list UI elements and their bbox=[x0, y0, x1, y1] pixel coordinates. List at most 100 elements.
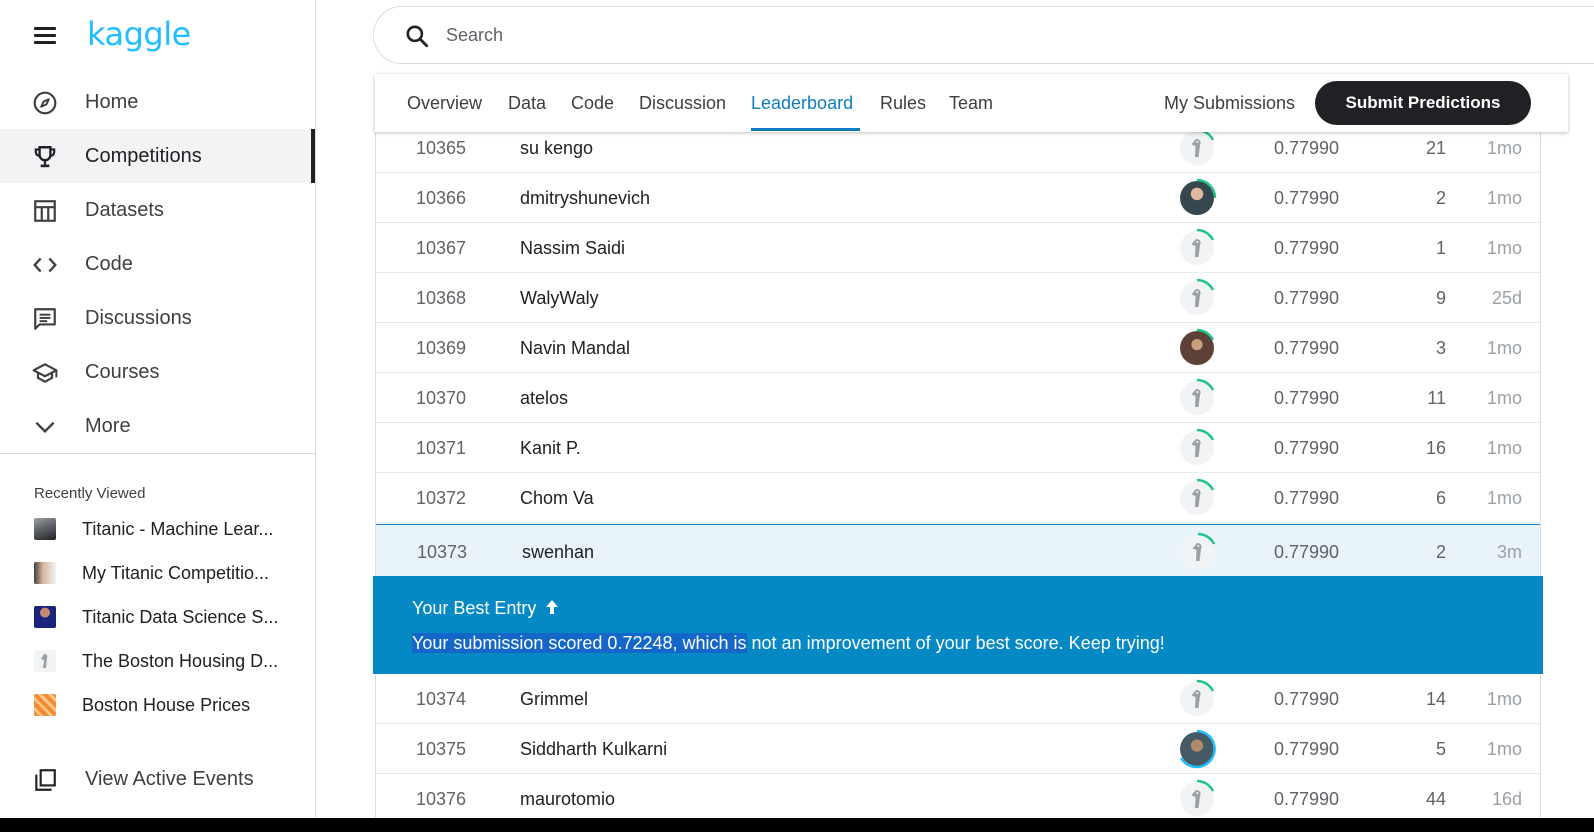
entries-cell: 1 bbox=[1435, 238, 1446, 258]
entries-cell: 44 bbox=[1425, 789, 1446, 809]
team-name-link[interactable]: Navin Mandal bbox=[520, 338, 630, 359]
recent-item-titanic-ds[interactable]: Titanic Data Science S... bbox=[0, 596, 315, 640]
team-name-link[interactable]: atelos bbox=[520, 388, 568, 409]
team-name-link[interactable]: su kengo bbox=[520, 138, 593, 159]
table-icon bbox=[34, 200, 56, 222]
table-row[interactable]: 10370 atelos 0.77990 11 1mo bbox=[376, 373, 1540, 423]
current-user-row[interactable]: 10373 swenhan 0.77990 2 3m bbox=[376, 524, 1540, 577]
team-name-link[interactable]: swenhan bbox=[522, 542, 594, 563]
entries-cell: 14 bbox=[1425, 689, 1446, 709]
active-tab-indicator bbox=[751, 128, 860, 131]
table-row[interactable]: 10375 Siddharth Kulkarni 0.77990 5 1mo bbox=[376, 724, 1540, 774]
table-row[interactable]: 10374 Grimmel 0.77990 14 1mo bbox=[376, 674, 1540, 724]
view-active-events-label: View Active Events bbox=[85, 767, 254, 790]
user-avatar-thumbnail bbox=[34, 562, 56, 584]
rank-cell: 10376 bbox=[416, 789, 467, 809]
progress-ring-icon bbox=[1196, 178, 1217, 199]
rank-cell: 10371 bbox=[416, 438, 467, 458]
team-name-link[interactable]: WalyWaly bbox=[520, 288, 599, 309]
tab-team[interactable]: Team bbox=[949, 93, 993, 114]
sidebar-item-courses[interactable]: Courses bbox=[0, 345, 315, 399]
recent-item-my-titanic[interactable]: My Titanic Competitio... bbox=[0, 552, 315, 596]
comment-icon bbox=[34, 308, 56, 330]
team-name-link[interactable]: Siddharth Kulkarni bbox=[520, 739, 667, 760]
rank-cell: 10375 bbox=[416, 739, 467, 759]
tab-discussion[interactable]: Discussion bbox=[639, 93, 726, 114]
recent-item-label: Titanic - Machine Lear... bbox=[82, 519, 274, 539]
sidebar-item-label: Competitions bbox=[85, 144, 202, 167]
table-row[interactable]: 10366 dmitryshunevich 0.77990 2 1mo bbox=[376, 173, 1540, 223]
submit-predictions-button[interactable]: Submit Predictions bbox=[1315, 81, 1531, 125]
best-entry-message-rest: not an improvement of your best score. K… bbox=[746, 633, 1165, 653]
team-name-link[interactable]: Chom Va bbox=[520, 488, 594, 509]
score-cell: 0.77990 bbox=[1274, 689, 1340, 709]
tab-code[interactable]: Code bbox=[571, 93, 614, 114]
best-entry-message: Your submission scored 0.72248, which is… bbox=[412, 633, 1165, 654]
last-submission-cell: 1mo bbox=[1486, 689, 1522, 709]
table-row[interactable]: 10369 Navin Mandal 0.77990 3 1mo bbox=[376, 323, 1540, 373]
last-submission-cell: 1mo bbox=[1486, 338, 1522, 358]
rank-cell: 10368 bbox=[416, 288, 467, 308]
recently-viewed-heading: Recently Viewed bbox=[34, 485, 146, 502]
sidebar-item-discussions[interactable]: Discussions bbox=[0, 291, 315, 345]
search-bar[interactable] bbox=[373, 6, 1594, 64]
sidebar-item-competitions[interactable]: Competitions bbox=[0, 129, 315, 183]
sidebar-item-code[interactable]: Code bbox=[0, 237, 315, 291]
sidebar-header: kaggle bbox=[0, 0, 316, 72]
sidebar-item-home[interactable]: Home bbox=[0, 75, 315, 129]
search-input[interactable] bbox=[446, 21, 1146, 49]
table-row[interactable]: 10367 Nassim Saidi 0.77990 1 1mo bbox=[376, 223, 1540, 273]
tab-overview[interactable]: Overview bbox=[407, 93, 482, 114]
table-row[interactable]: 10372 Chom Va 0.77990 6 1mo bbox=[376, 473, 1540, 523]
progress-ring-icon bbox=[1196, 779, 1215, 792]
team-name-link[interactable]: Kanit P. bbox=[520, 438, 581, 459]
score-cell: 0.77990 bbox=[1274, 438, 1340, 458]
arrow-up-icon bbox=[546, 600, 558, 614]
sidebar-item-datasets[interactable]: Datasets bbox=[0, 183, 315, 237]
best-entry-title: Your Best Entry bbox=[412, 598, 537, 618]
recent-item-boston-housing[interactable]: The Boston Housing D... bbox=[0, 640, 315, 684]
kaggle-logo[interactable]: kaggle bbox=[87, 15, 191, 53]
recent-item-boston-prices[interactable]: Boston House Prices bbox=[0, 684, 315, 728]
score-cell: 0.77990 bbox=[1274, 238, 1340, 258]
school-icon bbox=[32, 363, 58, 383]
progress-ring-icon bbox=[1196, 278, 1215, 291]
score-cell: 0.77990 bbox=[1274, 288, 1340, 308]
search-icon bbox=[406, 25, 429, 48]
entries-cell: 6 bbox=[1435, 488, 1446, 508]
last-submission-cell: 1mo bbox=[1486, 438, 1522, 458]
recent-item-label: The Boston Housing D... bbox=[82, 651, 279, 671]
recent-item-label: Titanic Data Science S... bbox=[82, 607, 279, 627]
last-submission-cell: 1mo bbox=[1486, 138, 1522, 158]
sidebar-divider bbox=[0, 453, 315, 454]
table-row[interactable]: 10371 Kanit P. 0.77990 16 1mo bbox=[376, 423, 1540, 473]
rank-cell: 10365 bbox=[416, 138, 467, 158]
tab-rules[interactable]: Rules bbox=[880, 93, 926, 114]
my-submissions-link[interactable]: My Submissions bbox=[1164, 93, 1295, 114]
table-row[interactable]: 10368 WalyWaly 0.77990 9 25d bbox=[376, 273, 1540, 323]
default-avatar-thumbnail bbox=[34, 650, 56, 672]
sidebar-item-label: Code bbox=[85, 252, 133, 275]
table-row[interactable]: 10376 maurotomio 0.77990 44 16d bbox=[376, 774, 1540, 824]
rank-cell: 10372 bbox=[416, 488, 467, 508]
progress-ring-icon bbox=[1196, 478, 1215, 491]
view-active-events-link[interactable]: View Active Events bbox=[0, 752, 315, 806]
team-name-link[interactable]: Nassim Saidi bbox=[520, 238, 625, 259]
last-submission-cell: 1mo bbox=[1486, 739, 1522, 759]
team-name-link[interactable]: Grimmel bbox=[520, 689, 588, 710]
team-name-link[interactable]: dmitryshunevich bbox=[520, 188, 650, 209]
tab-data[interactable]: Data bbox=[508, 93, 546, 114]
entries-cell: 3 bbox=[1435, 338, 1446, 358]
tab-leaderboard[interactable]: Leaderboard bbox=[751, 93, 853, 114]
recent-item-titanic[interactable]: Titanic - Machine Lear... bbox=[0, 508, 315, 552]
hamburger-menu-icon[interactable] bbox=[32, 24, 58, 46]
sidebar-item-more[interactable]: More bbox=[0, 399, 315, 453]
copy-stack-icon bbox=[35, 769, 56, 791]
recent-item-label: Boston House Prices bbox=[82, 695, 251, 715]
rank-cell: 10374 bbox=[416, 689, 467, 709]
team-name-link[interactable]: maurotomio bbox=[520, 789, 615, 810]
leaderboard-table: 10365 su kengo 0.77990 21 1mo 10366 dmit… bbox=[375, 122, 1541, 832]
rank-cell: 10370 bbox=[416, 388, 467, 408]
score-cell: 0.77990 bbox=[1274, 542, 1340, 562]
last-submission-cell: 16d bbox=[1491, 789, 1522, 809]
